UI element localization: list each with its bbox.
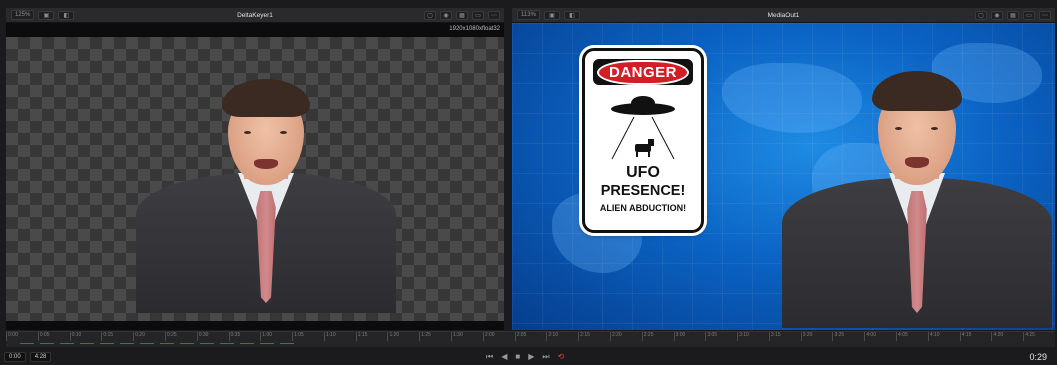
playback-controls: ⏮ ◀ ■ ▶ ⏭ ⟲ (486, 352, 564, 362)
ruler-tick: 4:10 (927, 332, 940, 341)
ruler-tick: 1:25 (419, 332, 431, 341)
ruler-tick: 2:25 (641, 332, 653, 341)
reverse-play-icon[interactable]: ◀ (501, 352, 507, 361)
viewer-canvas[interactable]: 1920x1080xfloat32 (6, 23, 504, 330)
sign-danger-label: DANGER (596, 59, 689, 85)
ruler-tick: 4:00 (864, 332, 876, 341)
skip-to-end-icon[interactable]: ⏭ (542, 352, 549, 362)
more-options-icon[interactable]: ⋯ (488, 10, 500, 20)
channel-icon[interactable]: ◧ (58, 10, 75, 20)
ruler-tick: 0:25 (164, 332, 177, 341)
zoom-dropdown[interactable]: 113% (517, 10, 540, 20)
ruler-tick: 1:30 (451, 332, 463, 341)
viewer-left[interactable]: 125% ▣ ◧ DeltaKeyer1 ▢ ◉ ▦ ▭ ⋯ 1920x1080… (6, 8, 504, 330)
ruler-tick: 1:15 (355, 332, 367, 341)
zoom-dropdown[interactable]: 125% (11, 10, 35, 20)
color-picker-icon[interactable]: ◉ (991, 10, 1003, 20)
ruler-tick: 1:10 (323, 332, 336, 341)
ruler-tick: 3:00 (673, 332, 685, 341)
fit-icon[interactable]: ▣ (543, 10, 560, 20)
ruler-tick: 4:05 (896, 332, 908, 341)
ruler-tick: 0:30 (196, 332, 208, 341)
ruler-tick: 1:00 (260, 332, 272, 341)
ruler-tick: 3:20 (800, 332, 812, 341)
ruler-tick: 2:10 (546, 332, 558, 341)
start-time-field[interactable]: 0:00 (4, 351, 26, 362)
roi-icon[interactable]: ▢ (424, 10, 436, 20)
ruler-tick: 0:00 (6, 332, 18, 341)
timeline-ruler[interactable]: 0:00 0:05 0:10 0:15 0:20 0:25 0:30 0:35 1:00 1:05… (6, 331, 1055, 347)
channel-icon[interactable]: ◧ (563, 10, 580, 20)
ruler-tick: 0:05 (37, 332, 50, 341)
ufo-icon (611, 96, 675, 160)
loop-icon[interactable]: ⟲ (558, 352, 565, 361)
ruler-tick: 3:15 (768, 332, 781, 341)
keyframe-track (20, 343, 300, 344)
viewer-left-toolbar: 125% ▣ ◧ DeltaKeyer1 ▢ ◉ ▦ ▭ ⋯ (6, 8, 504, 23)
transport-bar: 0:00 4:28 ⏮ ◀ ■ ▶ ⏭ ⟲ 0:29 (0, 348, 1057, 365)
end-time-field[interactable]: 4:28 (29, 351, 52, 362)
ruler-tick: 4:25 (1023, 332, 1035, 341)
play-icon[interactable]: ▶ (528, 352, 534, 361)
viewer-right-toolbar: 113% ▣ ◧ MediaOut1 ▢ ◉ ▦ ▭ ⋯ (512, 8, 1055, 23)
ruler-tick: 1:20 (387, 332, 399, 341)
lut-icon[interactable]: ▦ (1007, 10, 1019, 20)
ruler-tick: 2:20 (609, 332, 622, 341)
roi-icon[interactable]: ▢ (975, 10, 987, 20)
presenter-keyed (136, 73, 396, 313)
lut-icon[interactable]: ▦ (456, 10, 468, 20)
danger-sign: DANGER UFO PRESENCE! ALIEN ABDUCTION! (582, 48, 704, 233)
ruler-tick: 4:15 (959, 332, 971, 341)
resolution-label: 1920x1080xfloat32 (449, 26, 500, 32)
viewer-right[interactable]: 113% ▣ ◧ MediaOut1 ▢ ◉ ▦ ▭ ⋯ DANGER UFO … (512, 8, 1055, 330)
ruler-tick: 3:25 (832, 332, 844, 341)
more-options-icon[interactable]: ⋯ (1039, 10, 1051, 20)
viewer-layout-icon[interactable]: ▭ (472, 10, 484, 20)
ruler-tick: 0:20 (133, 332, 145, 341)
color-picker-icon[interactable]: ◉ (440, 10, 452, 20)
viewer-canvas[interactable]: DANGER UFO PRESENCE! ALIEN ABDUCTION! (512, 23, 1055, 330)
ruler-tick: 1:05 (292, 332, 304, 341)
current-time: 0:29 (1029, 351, 1047, 362)
ruler-tick: 3:10 (737, 332, 749, 341)
sign-header: DANGER (593, 59, 693, 85)
ruler-tick: 0:10 (69, 332, 81, 341)
ruler-tick: 4:20 (991, 332, 1003, 341)
ruler-tick: 0:15 (101, 332, 113, 341)
ruler-tick: 0:35 (228, 332, 240, 341)
ruler-tick: 2:05 (514, 332, 526, 341)
fit-icon[interactable]: ▣ (38, 10, 55, 20)
skip-to-start-icon[interactable]: ⏮ (486, 352, 493, 362)
ruler-tick: 2:00 (482, 332, 495, 341)
sign-line-2: PRESENCE! (600, 183, 686, 199)
stop-icon[interactable]: ■ (515, 352, 520, 361)
sign-line-3: ALIEN ABDUCTION! (599, 203, 687, 213)
presenter-composite (782, 63, 1052, 328)
sign-line-1: UFO (626, 164, 660, 181)
ruler-tick: 2:15 (578, 332, 590, 341)
viewer-layout-icon[interactable]: ▭ (1023, 10, 1035, 20)
ruler-tick: 3:05 (705, 332, 717, 341)
